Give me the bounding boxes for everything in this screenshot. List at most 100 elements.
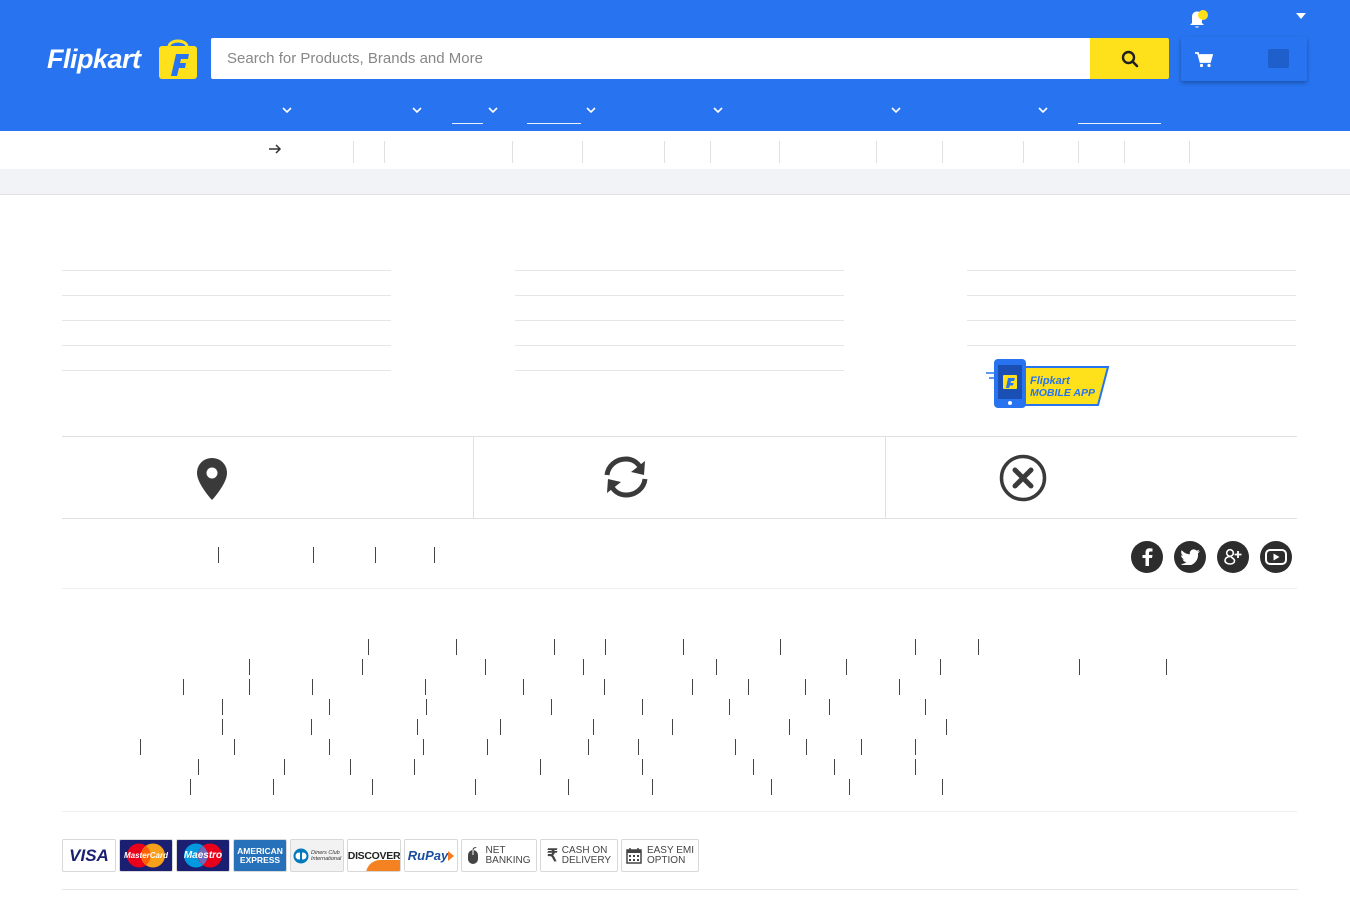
link-separator <box>222 699 223 715</box>
cancel-circle-icon[interactable] <box>999 454 1047 502</box>
footer-column-divider <box>62 370 391 371</box>
cart-count-badge <box>1268 49 1289 68</box>
link-separator <box>605 639 606 655</box>
link-separator <box>425 679 426 695</box>
link-separator <box>806 739 807 755</box>
cart-icon <box>1195 51 1213 67</box>
refresh-icon[interactable] <box>602 453 650 501</box>
nav-chevron-down-icon[interactable] <box>1038 107 1048 114</box>
arrow-right-icon[interactable] <box>268 143 282 155</box>
amex-label: AMERICAN EXPRESS <box>237 845 283 865</box>
link-separator <box>915 759 916 775</box>
twitter-button[interactable] <box>1174 541 1206 573</box>
youtube-button[interactable] <box>1260 541 1292 573</box>
link-separator <box>834 759 835 775</box>
link-separator <box>540 759 541 775</box>
link-separator <box>249 679 250 695</box>
strip-separator <box>582 141 583 163</box>
link-separator <box>780 639 781 655</box>
mouse-icon <box>468 846 479 864</box>
nav-chevron-down-icon[interactable] <box>891 107 901 114</box>
rupee-icon: ₹ <box>546 845 558 865</box>
nav-item-underline <box>452 123 483 124</box>
strip-separator <box>942 141 943 163</box>
link-separator <box>485 659 486 675</box>
link-separator <box>692 679 693 695</box>
strip-separator <box>876 141 877 163</box>
net-banking-badge: NET BANKING <box>461 839 537 872</box>
map-pin-icon[interactable] <box>195 457 229 501</box>
link-separator <box>273 779 274 795</box>
footer-column-divider <box>967 295 1296 296</box>
search-input[interactable] <box>211 38 1090 79</box>
link-separator <box>426 699 427 715</box>
link-separator <box>915 739 916 755</box>
footer-column-divider <box>967 345 1296 346</box>
strip-separator <box>1078 141 1079 163</box>
footer-column-divider <box>515 270 844 271</box>
rupay-arrow-icon <box>448 850 455 861</box>
link-separator <box>190 779 191 795</box>
link-separator <box>805 679 806 695</box>
shopping-bag-logo-icon[interactable] <box>157 38 199 80</box>
strip-separator <box>664 141 665 163</box>
link-separator <box>1166 659 1167 675</box>
cash-on-delivery-badge: ₹ CASH ON DELIVERY <box>540 839 618 872</box>
flipkart-logo[interactable]: Flipkart <box>47 44 141 75</box>
visa-badge: VISA <box>62 839 116 872</box>
footer-column-divider <box>515 295 844 296</box>
link-separator <box>414 759 415 775</box>
net-banking-label-2: BANKING <box>485 854 531 866</box>
link-separator <box>198 759 199 775</box>
page: Flipkart Search for Products, Brands and… <box>0 0 1350 900</box>
mobile-app-badge[interactable]: Flipkart MOBILE APP <box>986 358 1110 410</box>
link-separator <box>523 679 524 695</box>
footer-column-divider <box>515 370 844 371</box>
link-separator <box>849 779 850 795</box>
strip-separator <box>1023 141 1024 163</box>
twitter-icon <box>1180 549 1200 565</box>
strip-separator <box>710 141 711 163</box>
mastercard-label: MasterCard <box>123 851 168 860</box>
strip-separator <box>384 141 385 163</box>
footer-column-divider <box>62 345 391 346</box>
nav-chevron-down-icon[interactable] <box>282 107 292 114</box>
feature-separator <box>473 436 474 519</box>
sub-nav-strip <box>0 131 1350 169</box>
link-separator <box>329 699 330 715</box>
link-separator <box>829 699 830 715</box>
link-separator <box>753 759 754 775</box>
discover-badge: DISCOVER <box>347 839 401 872</box>
footer-divider <box>62 889 1298 890</box>
link-separator <box>588 739 589 755</box>
chevron-down-icon[interactable] <box>1296 13 1306 19</box>
mobile-app-line2: MOBILE APP <box>1030 387 1096 399</box>
nav-chevron-down-icon[interactable] <box>586 107 596 114</box>
amex-badge: AMERICAN EXPRESS <box>233 839 287 872</box>
nav-chevron-down-icon[interactable] <box>713 107 723 114</box>
search-button[interactable] <box>1090 38 1169 79</box>
link-separator <box>375 547 376 563</box>
nav-chevron-down-icon[interactable] <box>412 107 422 114</box>
link-separator <box>456 639 457 655</box>
link-separator <box>218 547 219 563</box>
mobile-app-line1: Flipkart <box>1030 375 1071 387</box>
link-separator <box>1079 659 1080 675</box>
link-separator <box>915 639 916 655</box>
link-separator <box>368 639 369 655</box>
google-plus-button[interactable] <box>1217 541 1249 573</box>
maestro-badge: Maestro <box>176 839 230 872</box>
link-separator <box>372 779 373 795</box>
visa-label: VISA <box>69 845 109 865</box>
link-separator <box>249 659 250 675</box>
nav-chevron-down-icon[interactable] <box>488 107 498 114</box>
link-separator <box>284 759 285 775</box>
net-banking-label-1: NET <box>485 844 506 856</box>
notification-dot <box>1198 10 1208 20</box>
feature-strip <box>62 436 1297 519</box>
link-separator <box>978 639 979 655</box>
link-separator <box>222 719 223 735</box>
link-separator <box>861 739 862 755</box>
facebook-button[interactable] <box>1131 541 1163 573</box>
strip-separator <box>1124 141 1125 163</box>
